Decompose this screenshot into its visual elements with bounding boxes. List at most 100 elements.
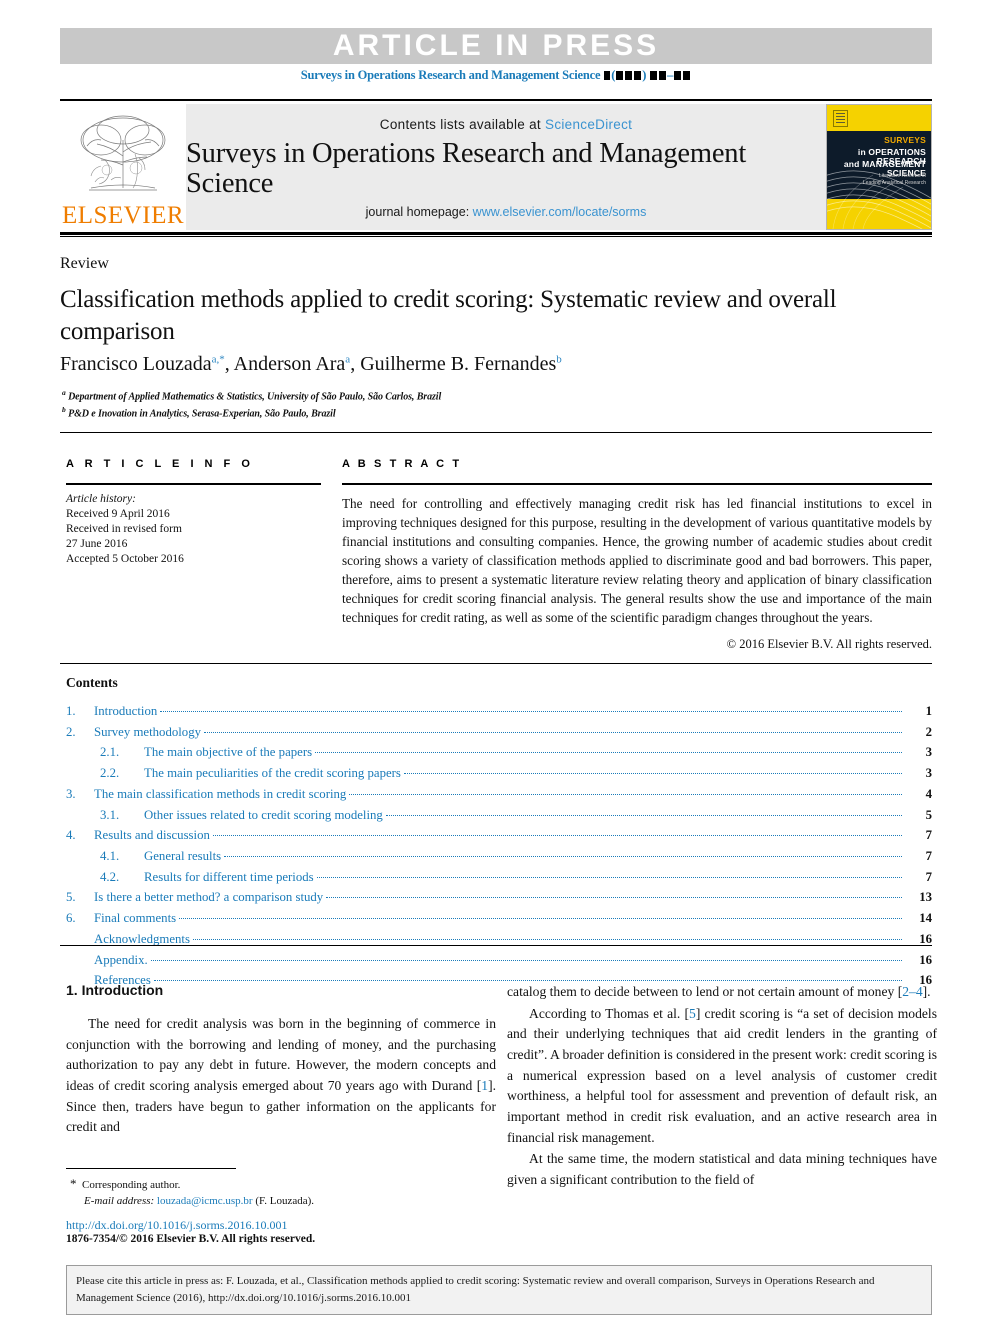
abstract-heading: A B S T R A C T [342,458,462,470]
toc-leader-dots [315,752,902,754]
toc-label[interactable]: Results for different time periods [144,867,317,888]
body-text-left-1a: The need for credit analysis was born in… [66,1016,496,1093]
toc-label[interactable]: General results [144,846,224,867]
toc-leader-dots [212,835,902,837]
toc-number: 6. [66,911,76,926]
toc-leader-dots [192,938,902,940]
article-history-line-1: Received 9 April 2016 [66,507,170,520]
toc-label[interactable]: Results and discussion [94,825,213,846]
toc-item-2-1[interactable]: 2.1. The main objective of the papers 3 [66,742,932,763]
cover-wave-graphic [827,170,931,229]
toc-leader-dots [316,876,902,878]
article-info-block: A R T I C L E I N F O Article history: R… [66,458,321,567]
footnote-rule [66,1168,236,1169]
author-marks-2: a [345,353,351,366]
toc-item-2[interactable]: 2. Survey methodology 2 [66,722,932,743]
affiliation-b-mark: b [62,405,66,414]
asterisk-icon: * [70,1176,77,1191]
volume-placeholder: () – [603,68,691,82]
toc-item-4-1[interactable]: 4.1. General results 7 [66,846,932,867]
toc-label[interactable]: The main objective of the papers [144,742,315,763]
toc-page-number: 7 [925,828,932,843]
article-info-heading: A R T I C L E I N F O [66,458,254,470]
toc-leader-dots [224,856,902,858]
toc-label[interactable]: Final comments [94,908,179,929]
contents-block: Contents 1. Introduction 1 2. Survey met… [66,675,932,991]
affiliation-a-mark: a [62,388,66,397]
affiliation-b-text: P&D e Inovation in Analytics, Serasa-Exp… [68,408,336,420]
toc-page-number: 7 [925,849,932,864]
toc-label[interactable]: Is there a better method? a comparison s… [94,887,326,908]
toc-number: 2. [66,724,76,739]
section-heading-introduction: 1. Introduction [66,982,164,998]
toc-leader-dots [150,959,902,961]
affiliation-a: a Department of Applied Mathematics & St… [62,388,882,402]
toc-leader-dots [204,731,902,733]
toc-number: 2.1. [100,745,120,760]
body-text-right-1b: ]. [922,984,931,999]
toc-item-appendix[interactable]: Appendix. 16 [66,950,932,971]
toc-label[interactable]: The main classification methods in credi… [94,784,349,805]
toc-label[interactable]: The main peculiarities of the credit sco… [144,763,404,784]
toc-label[interactable]: Other issues related to credit scoring m… [144,805,386,826]
doi-link[interactable]: http://dx.doi.org/10.1016/j.sorms.2016.1… [66,1218,287,1233]
toc-leader-dots [160,711,902,712]
journal-title: Surveys in Operations Research and Manag… [186,137,747,199]
footnote-block: * Corresponding author. E-mail address: … [70,1175,490,1210]
toc-item-acknowledgments[interactable]: Acknowledgments 16 [66,929,932,950]
author-marks-1: a,* [211,353,225,366]
toc-page-number: 4 [925,786,932,801]
toc-item-3[interactable]: 3. The main classification methods in cr… [66,784,932,805]
abstract-rule [342,483,932,485]
toc-item-1[interactable]: 1. Introduction 1 [66,701,932,722]
toc-item-5[interactable]: 5. Is there a better method? a compariso… [66,887,932,908]
toc-number: 3.1. [100,807,120,822]
toc-leader-dots [385,814,902,816]
article-first-page: ARTICLE IN PRESS Surveys in Operations R… [0,0,992,1323]
toc-item-4[interactable]: 4. Results and discussion 7 [66,825,932,846]
toc-label[interactable]: Acknowledgments [94,929,193,950]
toc-label[interactable]: Introduction [94,701,160,722]
title-top-rule-thick [60,232,932,235]
body-paragraph-right-1: catalog them to decide between to lend o… [507,982,937,1003]
email-address-owner: (F. Louzada). [255,1194,315,1207]
toc-label[interactable]: Survey methodology [94,722,204,743]
citation-ref-2-4[interactable]: 2–4 [902,984,922,999]
email-address-link[interactable]: louzada@icmc.usp.br [157,1195,253,1207]
journal-reference-title: Surveys in Operations Research and Manag… [300,68,601,82]
article-history-label: Article history: [66,492,136,505]
body-top-rule [60,945,932,946]
contents-lists-prefix: Contents lists available at [379,117,546,132]
toc-item-3-1[interactable]: 3.1. Other issues related to credit scor… [66,805,932,826]
email-address-label: E-mail address: [84,1194,155,1207]
author-name-3: Guilherme B. Fernandes [360,353,557,375]
article-history-line-2: Received in revised form [66,522,182,535]
sciencedirect-link[interactable]: ScienceDirect [545,117,632,132]
abstract-block: A B S T R A C T The need for controlling… [342,458,932,652]
email-note: E-mail address: louzada@icmc.usp.br (F. … [70,1194,490,1210]
contents-lists-available: Contents lists available at ScienceDirec… [380,117,632,132]
toc-item-2-2[interactable]: 2.2. The main peculiarities of the credi… [66,763,932,784]
citation-ref-5[interactable]: 5 [689,1006,696,1021]
article-history-line-3: 27 June 2016 [66,538,128,551]
toc-leader-dots [179,918,902,920]
toc-number: 4. [66,828,76,843]
body-text-right-2b: ] credit scoring is “a set of decision m… [507,1005,937,1145]
toc-item-4-2[interactable]: 4.2. Results for different time periods … [66,867,932,888]
toc-page-number: 2 [925,724,932,739]
toc-page-number: 14 [919,911,932,926]
elsevier-wordmark: ELSEVIER [61,202,185,229]
author-name-1: Francisco Louzada [60,353,212,375]
toc-number: 5. [66,890,76,905]
article-history-line-4: Accepted 5 October 2016 [66,553,184,566]
body-column-right: catalog them to decide between to lend o… [507,982,937,1192]
author-marks-3: b [556,353,562,366]
contents-top-rule [60,663,932,664]
toc-item-6[interactable]: 6. Final comments 14 [66,908,932,929]
journal-homepage-link[interactable]: www.elsevier.com/locate/sorms [473,205,647,219]
please-cite-box: Please cite this article in press as: F.… [66,1265,932,1315]
body-paragraph-right-3: At the same time, the modern statistical… [507,1151,937,1187]
issn-copyright-line: 1876-7354/© 2016 Elsevier B.V. All right… [66,1233,316,1245]
toc-label[interactable]: Appendix. [94,950,151,971]
abstract-text: The need for controlling and effectively… [342,495,932,625]
